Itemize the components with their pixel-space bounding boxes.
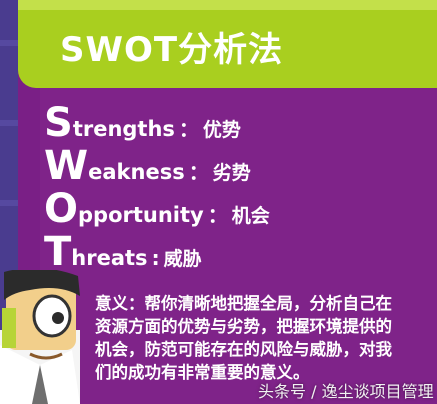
- swot-separator: ：: [178, 117, 199, 141]
- swot-letter: T: [44, 229, 72, 275]
- swot-chinese-label: 机会: [231, 205, 270, 227]
- person-illustration: [0, 270, 80, 404]
- swot-item-opportunity: Opportunity：机会: [44, 186, 270, 232]
- title-banner-highlight: [18, 0, 437, 10]
- swot-separator: ：: [207, 203, 228, 227]
- description-label: 意义：: [95, 294, 145, 313]
- swot-chinese-label: 威胁: [163, 248, 202, 270]
- bg-stripe: [0, 40, 18, 46]
- swot-word-rest: hreats: [71, 246, 148, 270]
- swot-letter: O: [44, 186, 79, 232]
- swot-chinese-label: 优势: [202, 119, 241, 141]
- swot-item-weakness: Weakness：劣势: [44, 143, 251, 189]
- bg-stripe: [0, 120, 18, 126]
- infographic: SWOT分析法 Strengths：优势 Weakness：劣势 Opportu…: [0, 0, 437, 404]
- swot-word-rest: pportunity: [78, 203, 204, 227]
- page-title: SWOT分析法: [60, 30, 284, 70]
- swot-letter: W: [44, 143, 89, 189]
- swot-item-strengths: Strengths：优势: [44, 100, 241, 146]
- bg-stripe: [0, 200, 18, 206]
- swot-chinese-label: 劣势: [212, 162, 251, 184]
- swot-separator: ：: [188, 160, 209, 184]
- watermark: 头条号 / 逸尘谈项目管理: [258, 382, 434, 401]
- swot-word-rest: trengths: [72, 117, 175, 141]
- swot-separator: :: [151, 246, 160, 270]
- swot-letter: S: [44, 100, 73, 146]
- swot-word-rest: eakness: [88, 160, 185, 184]
- swot-item-threats: Threats: 威胁: [44, 229, 202, 275]
- swot-description: 意义：帮你清晰地把握全局，分析自己在资源方面的优势与劣势，把握环境提供的机会，防…: [95, 292, 401, 384]
